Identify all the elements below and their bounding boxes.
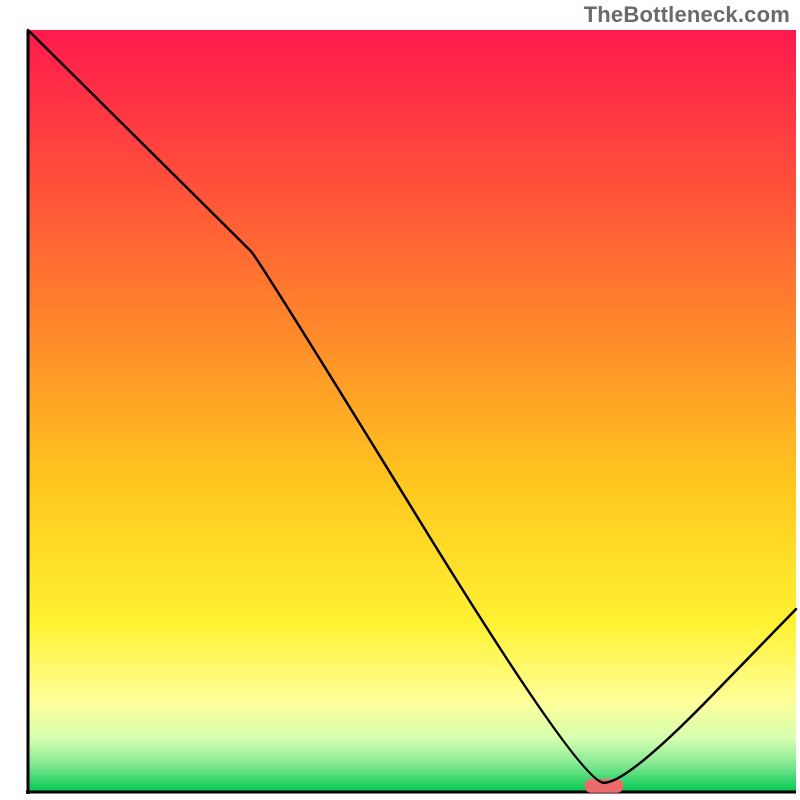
optimal-marker: [585, 779, 623, 793]
bottleneck-chart: [0, 0, 800, 800]
watermark-text: TheBottleneck.com: [584, 2, 790, 28]
chart-container: TheBottleneck.com: [0, 0, 800, 800]
